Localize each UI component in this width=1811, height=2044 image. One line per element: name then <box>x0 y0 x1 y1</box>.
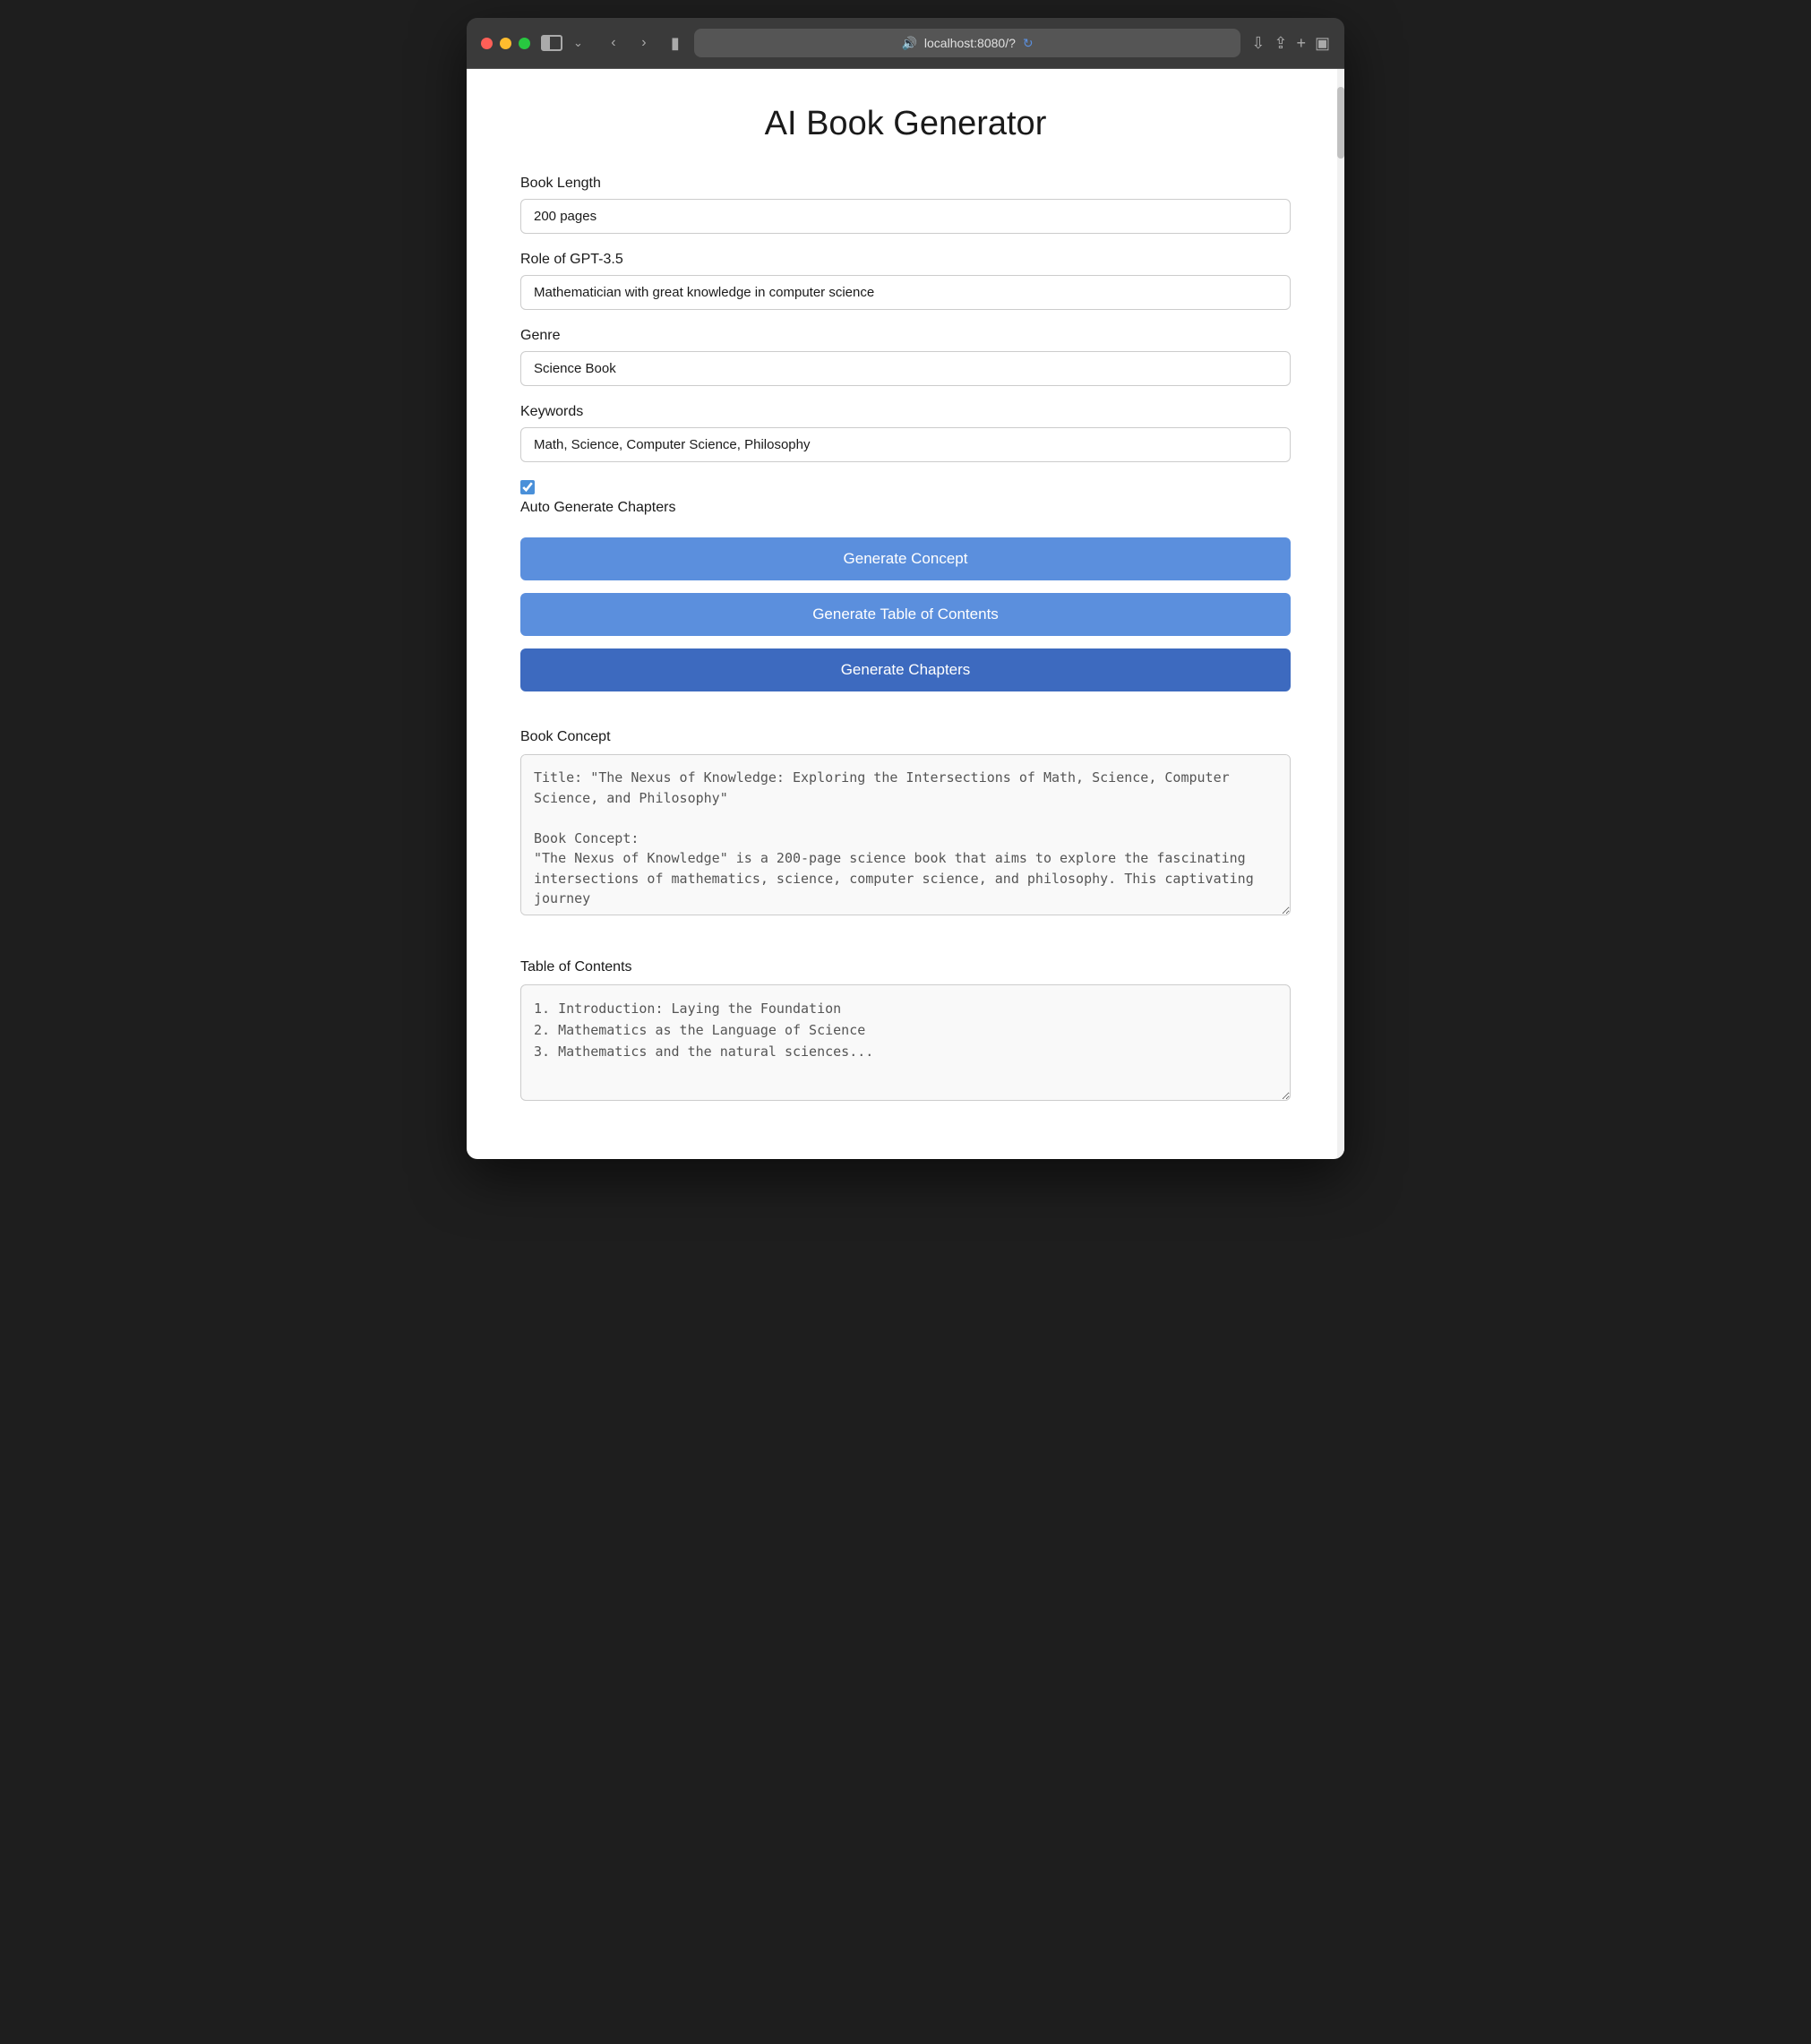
minimize-button[interactable] <box>500 38 511 49</box>
back-button[interactable]: ‹ <box>601 30 626 56</box>
tabs-icon[interactable]: ▣ <box>1315 34 1330 53</box>
page-title: AI Book Generator <box>520 105 1291 143</box>
generate-concept-button[interactable]: Generate Concept <box>520 537 1291 580</box>
book-length-label: Book Length <box>520 176 1291 192</box>
reload-icon[interactable]: ↻ <box>1023 36 1034 51</box>
download-icon[interactable]: ⇩ <box>1251 34 1265 53</box>
toc-label: Table of Contents <box>520 959 1291 975</box>
sidebar-toggle-icon[interactable] <box>541 35 562 51</box>
book-concept-textarea[interactable]: Title: "The Nexus of Knowledge: Explorin… <box>520 754 1291 915</box>
keywords-label: Keywords <box>520 404 1291 420</box>
maximize-button[interactable] <box>519 38 530 49</box>
keywords-group: Keywords <box>520 404 1291 462</box>
book-concept-group: Book Concept Title: "The Nexus of Knowle… <box>520 729 1291 941</box>
role-input[interactable] <box>520 275 1291 310</box>
auto-generate-group: Auto Generate Chapters <box>520 480 1291 516</box>
page-content: AI Book Generator Book Length Role of GP… <box>467 69 1344 1159</box>
shield-icon: ▮ <box>671 34 680 53</box>
new-tab-icon[interactable]: + <box>1296 34 1306 53</box>
book-length-group: Book Length <box>520 176 1291 234</box>
sidebar-chevron-icon[interactable]: ⌄ <box>573 36 583 50</box>
share-icon[interactable]: ⇪ <box>1274 34 1287 53</box>
close-button[interactable] <box>481 38 493 49</box>
generate-chapters-button[interactable]: Generate Chapters <box>520 648 1291 691</box>
browser-nav: ‹ › <box>601 30 657 56</box>
url-text: localhost:8080/? <box>924 36 1016 50</box>
genre-label: Genre <box>520 328 1291 344</box>
buttons-section: Generate Concept Generate Table of Conte… <box>520 537 1291 704</box>
scrollbar-track <box>1337 69 1344 1159</box>
traffic-lights <box>481 38 530 49</box>
browser-window: ⌄ ‹ › ▮ 🔊 localhost:8080/? ↻ ⇩ ⇪ + ▣ AI … <box>467 18 1344 1159</box>
browser-actions: ⇩ ⇪ + ▣ <box>1251 34 1330 53</box>
address-bar[interactable]: 🔊 localhost:8080/? ↻ <box>694 29 1240 57</box>
speaker-icon: 🔊 <box>901 36 916 51</box>
role-label: Role of GPT-3.5 <box>520 252 1291 268</box>
keywords-input[interactable] <box>520 427 1291 462</box>
book-concept-label: Book Concept <box>520 729 1291 745</box>
forward-button[interactable]: › <box>631 30 657 56</box>
auto-generate-checkbox[interactable] <box>520 480 535 494</box>
role-group: Role of GPT-3.5 <box>520 252 1291 310</box>
auto-generate-label[interactable]: Auto Generate Chapters <box>520 500 675 516</box>
browser-chrome: ⌄ ‹ › ▮ 🔊 localhost:8080/? ↻ ⇩ ⇪ + ▣ <box>467 18 1344 69</box>
book-length-input[interactable] <box>520 199 1291 234</box>
scrollbar-thumb[interactable] <box>1337 87 1344 159</box>
toc-textarea[interactable]: 1. Introduction: Laying the Foundation 2… <box>520 984 1291 1101</box>
genre-input[interactable] <box>520 351 1291 386</box>
toc-group: Table of Contents 1. Introduction: Layin… <box>520 959 1291 1105</box>
checkbox-wrapper <box>520 480 535 494</box>
generate-toc-button[interactable]: Generate Table of Contents <box>520 593 1291 636</box>
genre-group: Genre <box>520 328 1291 386</box>
